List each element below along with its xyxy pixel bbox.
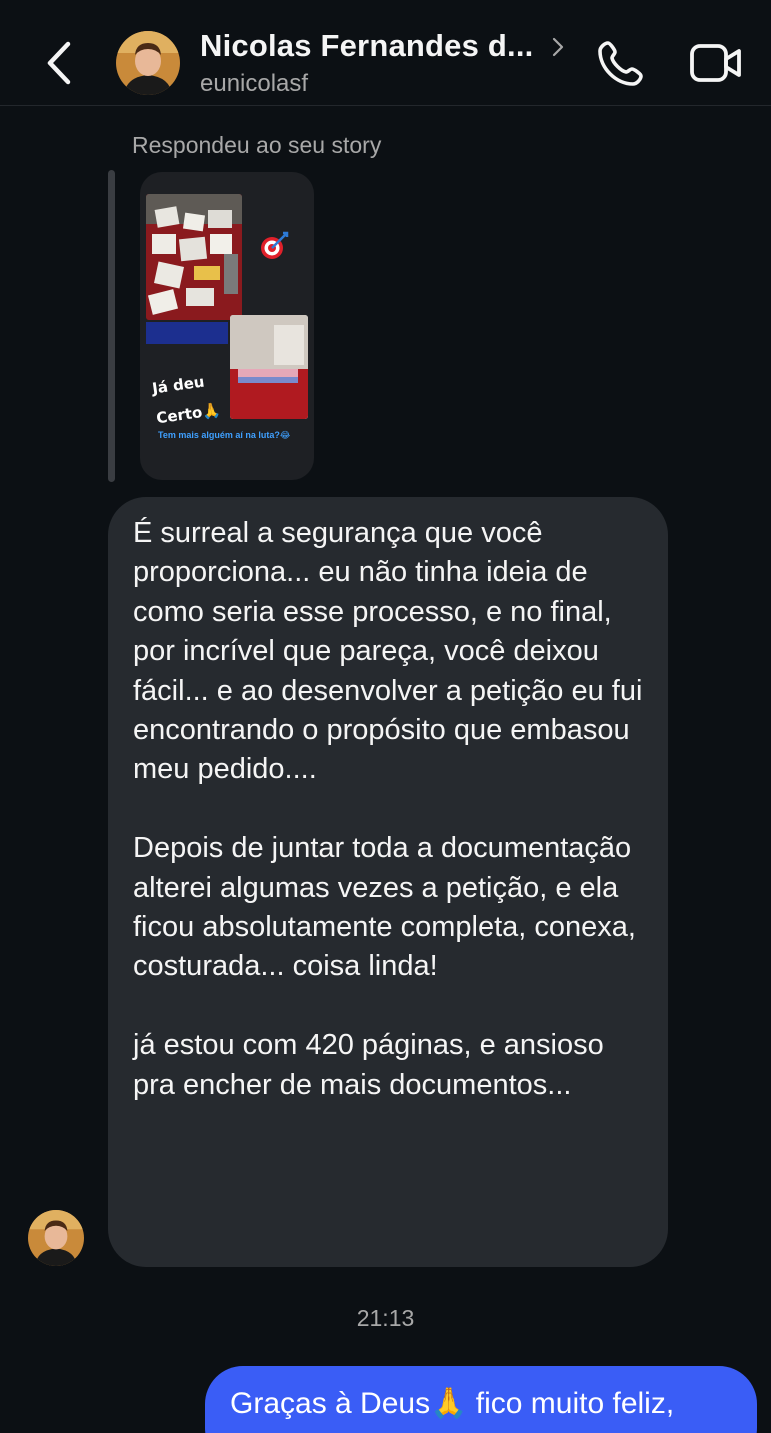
- story-blue-bar: [146, 322, 228, 344]
- story-subcaption: Tem mais alguém aí na luta?😂: [158, 430, 291, 440]
- chevron-left-icon: [47, 41, 71, 85]
- contact-username[interactable]: eunicolasf: [200, 70, 308, 98]
- contact-name[interactable]: Nicolas Fernandes d...: [200, 28, 533, 64]
- story-reply-label: Respondeu ao seu story: [132, 132, 382, 158]
- target-emoji-icon: [261, 231, 289, 259]
- story-thumbnail[interactable]: Já deu Certo🙏 Tem mais alguém aí na luta…: [140, 172, 314, 480]
- video-camera-icon: [690, 44, 741, 82]
- outgoing-message-text: Graças à Deus🙏 fico muito feliz,: [230, 1387, 675, 1420]
- reply-quote-bar: [108, 170, 115, 482]
- phone-icon: [598, 41, 643, 86]
- story-photo-documents: [146, 194, 242, 320]
- chat-header: Nicolas Fernandes d... eunicolasf: [0, 0, 771, 106]
- message-timestamp: 21:13: [356, 1305, 415, 1331]
- dm-conversation: Nicolas Fernandes d... eunicolasf Respon…: [0, 0, 771, 1433]
- video-call-button[interactable]: [688, 40, 744, 86]
- story-caption: Já deu Certo🙏: [151, 372, 222, 428]
- chevron-right-icon[interactable]: [550, 36, 566, 58]
- contact-avatar[interactable]: [116, 31, 180, 95]
- back-button[interactable]: [38, 38, 82, 88]
- incoming-message-text: É surreal a segurança que você proporcio…: [133, 517, 643, 1101]
- sender-avatar[interactable]: [28, 1210, 84, 1266]
- story-photo-room: [230, 315, 308, 419]
- audio-call-button[interactable]: [594, 38, 646, 90]
